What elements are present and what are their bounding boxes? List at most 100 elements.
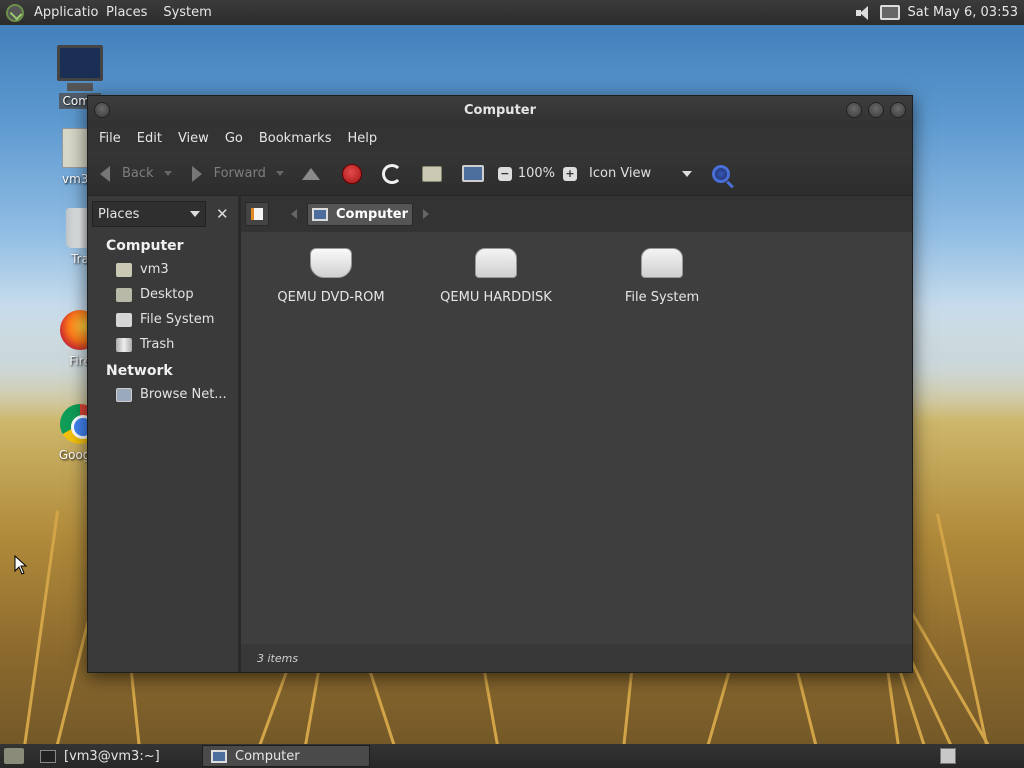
back-arrow-icon	[100, 165, 110, 182]
back-button[interactable]: Back	[88, 157, 178, 191]
sidebar-item-file-system[interactable]: File System	[88, 307, 238, 332]
sidebar-close-button[interactable]: ✕	[211, 202, 234, 226]
file-item-harddisk[interactable]: QEMU HARDDISK	[426, 248, 566, 305]
display-icon[interactable]	[879, 5, 900, 20]
home-icon	[421, 165, 442, 182]
hard-drive-icon	[641, 248, 683, 278]
window-menu-button[interactable]	[94, 102, 110, 118]
zoom-in-icon: +	[563, 166, 578, 181]
sidebar-item-browse-network[interactable]: Browse Net...	[88, 382, 238, 407]
file-item-dvd-rom[interactable]: QEMU DVD-ROM	[261, 248, 401, 305]
location-bar: Computer	[241, 196, 912, 232]
forward-history-icon[interactable]	[275, 171, 284, 176]
menu-file[interactable]: File	[91, 131, 129, 146]
up-button[interactable]	[290, 157, 332, 191]
sidebar-header: Places ✕	[88, 196, 238, 232]
breadcrumb-scroll-right[interactable]	[423, 209, 430, 219]
sidebar-item-label: File System	[140, 312, 215, 327]
reload-icon	[381, 163, 402, 184]
sidebar-item-label: Desktop	[140, 287, 194, 302]
main-pane: Computer QEMU DVD-ROM QEMU HARDDISK File…	[241, 196, 912, 672]
edit-icon	[251, 208, 263, 220]
breadcrumb-scroll-left[interactable]	[291, 209, 297, 219]
home-button[interactable]	[412, 157, 452, 191]
reload-button[interactable]	[372, 157, 412, 191]
maximize-button[interactable]	[868, 102, 884, 118]
sidebar-item-label: Trash	[140, 337, 175, 352]
mate-logo-icon[interactable]	[6, 3, 24, 22]
forward-label: Forward	[213, 166, 266, 181]
sidebar-section-computer: Computer	[106, 238, 184, 254]
icon-view[interactable]: QEMU DVD-ROM QEMU HARDDISK File System	[241, 232, 912, 644]
zoom-level[interactable]: 100%	[516, 166, 557, 181]
sidebar-pane-select[interactable]: Places	[92, 201, 206, 227]
menubar: File Edit View Go Bookmarks Help	[88, 124, 912, 152]
taskbar-item-terminal[interactable]: [vm3@vm3:~]	[32, 745, 200, 767]
taskbar-item-label: [vm3@vm3:~]	[64, 748, 160, 764]
file-item-label: QEMU DVD-ROM	[277, 290, 385, 305]
zoom-in-button[interactable]: +	[557, 157, 583, 191]
sidebar-item-label: vm3	[140, 262, 169, 277]
places-menu[interactable]: Places	[98, 0, 155, 25]
back-label: Back	[122, 166, 154, 181]
search-button[interactable]	[698, 157, 744, 191]
sidebar-pane-label: Places	[98, 206, 140, 222]
computer-icon	[312, 207, 328, 221]
computer-button[interactable]	[452, 157, 494, 191]
desktop-folder-icon	[116, 287, 132, 302]
menu-bookmarks[interactable]: Bookmarks	[251, 131, 340, 146]
computer-icon	[211, 749, 227, 763]
breadcrumb-computer[interactable]: Computer	[307, 202, 414, 226]
network-icon	[116, 387, 132, 402]
window-titlebar[interactable]: Computer	[88, 96, 912, 124]
sidebar-item-trash[interactable]: Trash	[88, 332, 238, 357]
breadcrumb-label: Computer	[336, 206, 409, 222]
menu-help[interactable]: Help	[339, 131, 385, 146]
zoom-out-button[interactable]: −	[494, 157, 516, 191]
drive-icon	[116, 312, 132, 327]
forward-button[interactable]: Forward	[178, 157, 290, 191]
toggle-location-entry-button[interactable]	[245, 202, 269, 226]
minimize-button[interactable]	[846, 102, 862, 118]
status-bar: 3 items	[241, 644, 912, 672]
bottom-panel: [vm3@vm3:~] Computer	[0, 744, 1024, 768]
menu-view[interactable]: View	[170, 131, 217, 146]
back-history-icon[interactable]	[163, 171, 172, 176]
grass-strand	[20, 510, 60, 768]
sidebar-item-vm3[interactable]: vm3	[88, 257, 238, 282]
file-manager-window: Computer File Edit View Go Bookmarks Hel…	[87, 95, 913, 673]
home-folder-icon	[116, 262, 132, 277]
applications-menu[interactable]: Applications	[26, 0, 98, 25]
menu-edit[interactable]: Edit	[129, 131, 170, 146]
window-body: Places ✕ Computer vm3 Desktop File Syste…	[88, 196, 912, 672]
view-mode-select[interactable]: Icon View	[583, 166, 698, 181]
taskbar-item-computer[interactable]: Computer	[202, 745, 370, 767]
close-button[interactable]	[890, 102, 906, 118]
stop-icon	[341, 163, 362, 184]
view-mode-label: Icon View	[589, 166, 652, 181]
file-item-file-system[interactable]: File System	[592, 248, 732, 305]
system-tray: Sat May 6, 03:53	[855, 5, 1024, 21]
menu-go[interactable]: Go	[217, 131, 251, 146]
chevron-down-icon	[189, 211, 200, 217]
file-item-label: QEMU HARDDISK	[440, 290, 552, 305]
sidebar-item-desktop[interactable]: Desktop	[88, 282, 238, 307]
file-item-label: File System	[624, 290, 700, 305]
top-panel: Applications Places System Sat May 6, 03…	[0, 0, 1024, 25]
computer-icon	[57, 45, 103, 81]
clock[interactable]: Sat May 6, 03:53	[908, 5, 1018, 20]
sidebar-item-label: Browse Net...	[140, 387, 227, 402]
hard-drive-icon	[475, 248, 517, 278]
search-icon	[712, 164, 731, 183]
computer-icon	[461, 165, 484, 182]
sidebar: Places ✕ Computer vm3 Desktop File Syste…	[88, 196, 238, 672]
close-icon: ✕	[215, 205, 229, 223]
volume-icon[interactable]	[855, 5, 872, 21]
workspace-switcher[interactable]	[940, 748, 956, 764]
system-menu[interactable]: System	[155, 0, 219, 25]
zoom-out-icon: −	[497, 166, 512, 181]
sidebar-section-network: Network	[106, 363, 173, 379]
stop-button[interactable]	[332, 157, 372, 191]
show-desktop-button[interactable]	[4, 748, 24, 764]
forward-arrow-icon	[191, 165, 202, 182]
